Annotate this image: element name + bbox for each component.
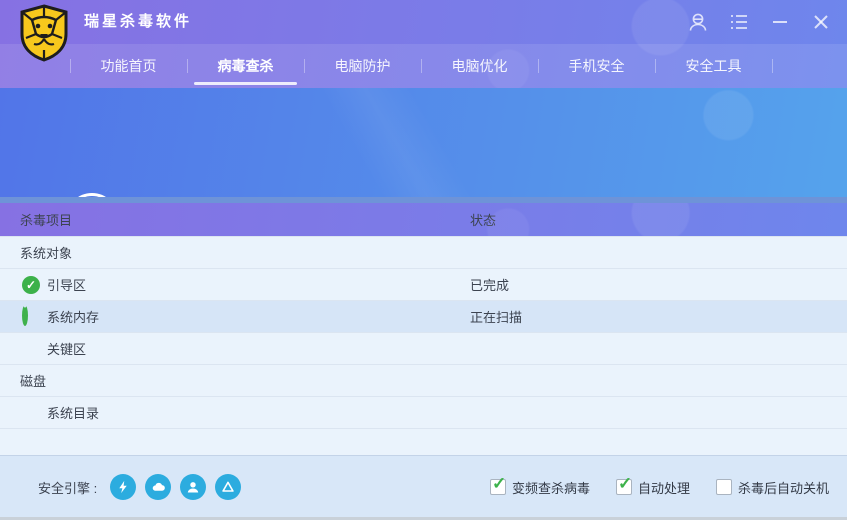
table-row-system-directory[interactable]: 系统目录 [0, 397, 847, 429]
rising-antivirus-window: 瑞星杀毒软件 [0, 0, 847, 520]
rising-lion-logo-icon [18, 4, 70, 62]
cloud-engine-icon [145, 474, 171, 500]
tab-home[interactable]: 功能首页 [70, 44, 187, 88]
scanning-spinner-icon [22, 308, 28, 323]
tab-security-tools[interactable]: 安全工具 [655, 44, 772, 88]
table-row-disks[interactable]: 磁盘 [0, 365, 847, 397]
column-header-item: 杀毒项目 [20, 210, 72, 229]
scan-banner: 快速查杀 - 正在扫描 C:\WINDOWS\SYSTEM32\MSI.DLL … [0, 88, 847, 197]
checkmark-icon: ✓ [618, 474, 632, 494]
minimize-icon[interactable] [768, 10, 792, 34]
check-complete-icon: ✓ [22, 276, 40, 294]
tab-pc-optimize[interactable]: 电脑优化 [421, 44, 538, 88]
table-header-row: 杀毒项目 状态 [0, 203, 847, 237]
checkbox-auto-handle[interactable]: ✓ 自动处理 [616, 478, 690, 497]
tab-pc-protection[interactable]: 电脑防护 [304, 44, 421, 88]
tab-mobile-security[interactable]: 手机安全 [538, 44, 655, 88]
header: 瑞星杀毒软件 [0, 0, 847, 88]
menu-list-icon[interactable] [727, 10, 751, 34]
security-engines: 安全引擎 : [38, 456, 241, 518]
column-header-status: 状态 [470, 210, 496, 229]
tab-virus-scan[interactable]: 病毒查杀 [187, 44, 304, 88]
scan-items-table: 杀毒项目 状态 系统对象 ✓ 引导区 已完成 系统内存 正在扫描 关键区 磁盘 … [0, 203, 847, 455]
checkbox-label: 杀毒后自动关机 [738, 478, 829, 497]
lightning-engine-icon [110, 474, 136, 500]
checkbox-box: ✓ [616, 479, 632, 495]
nav-tabs: 功能首页 病毒查杀 电脑防护 电脑优化 手机安全 安全工具 [0, 44, 847, 88]
checkmark-icon: ✓ [492, 474, 506, 494]
checkbox-shutdown-after-scan[interactable]: ✓ 杀毒后自动关机 [716, 478, 829, 497]
titlebar: 瑞星杀毒软件 [0, 0, 847, 44]
engines-label: 安全引擎 : [38, 478, 97, 497]
checkbox-box: ✓ [716, 479, 732, 495]
checkbox-label: 变频查杀病毒 [512, 478, 590, 497]
close-icon[interactable] [809, 10, 833, 34]
table-row-critical-areas[interactable]: 关键区 [0, 333, 847, 365]
checkbox-box: ✓ [490, 479, 506, 495]
user-account-icon[interactable] [686, 10, 710, 34]
table-row-system-memory[interactable]: 系统内存 正在扫描 [0, 301, 847, 333]
table-row-boot-sector[interactable]: ✓ 引导区 已完成 [0, 269, 847, 301]
window-controls [686, 10, 833, 34]
table-row-system-objects[interactable]: 系统对象 [0, 237, 847, 269]
user-engine-icon [180, 474, 206, 500]
app-title: 瑞星杀毒软件 [84, 0, 192, 44]
checkbox-variable-frequency-scan[interactable]: ✓ 变频查杀病毒 [490, 478, 590, 497]
nav-divider [772, 59, 773, 73]
footer-bar: 安全引擎 : ✓ 变频查杀病毒 ✓ 自动处理 [0, 455, 847, 517]
checkbox-label: 自动处理 [638, 478, 690, 497]
scan-options: ✓ 变频查杀病毒 ✓ 自动处理 ✓ 杀毒后自动关机 [490, 456, 829, 518]
drive-engine-icon [215, 474, 241, 500]
